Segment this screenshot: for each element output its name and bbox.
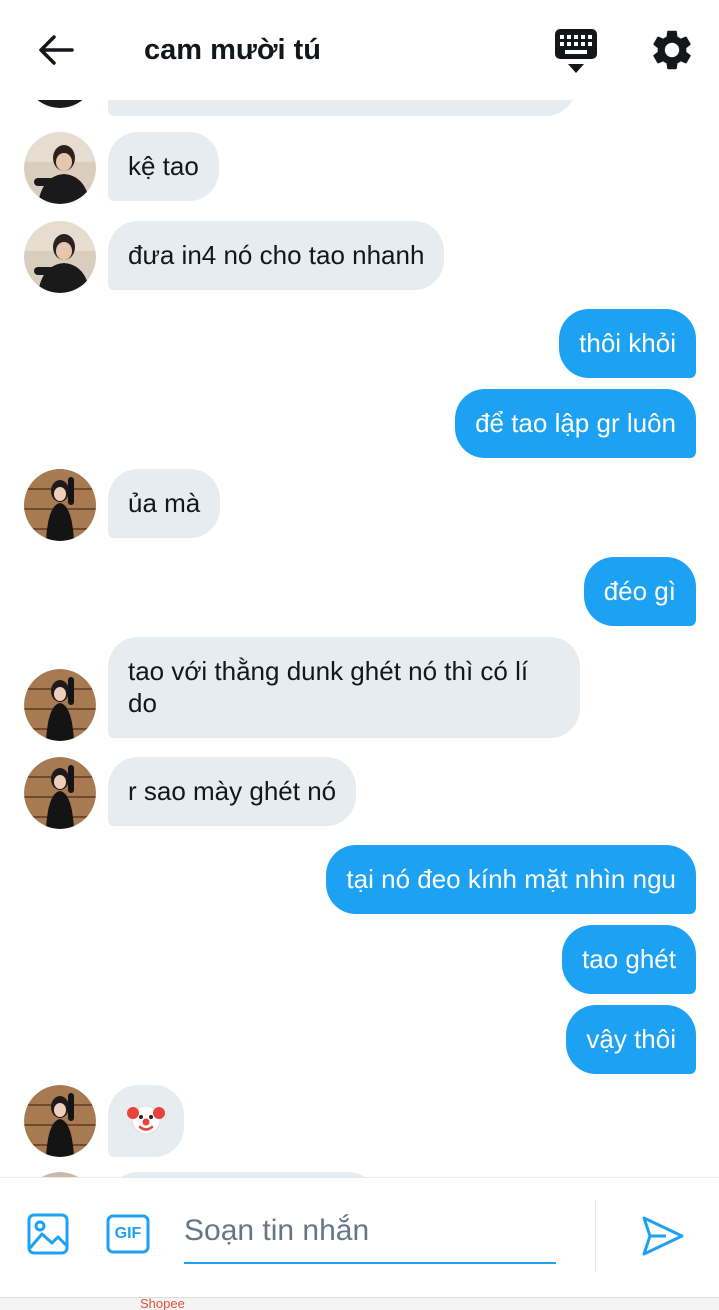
arrow-left-icon [39,35,74,65]
message-text: đéo gì [603,576,676,606]
conversation-title: cam mười tú [144,34,321,66]
message-composer: GIF [0,1177,719,1298]
gear-icon [653,30,691,70]
message-bubble-outgoing[interactable]: tại nó đeo kính mặt nhìn ngu [326,845,696,914]
avatar[interactable] [24,757,96,829]
message-text: thôi khỏi [579,328,676,358]
message-text: r sao mày ghét nó [128,776,337,806]
avatar[interactable] [24,669,96,741]
message-bubble-outgoing[interactable]: tao ghét [562,925,696,994]
add-image-button[interactable] [26,1212,70,1256]
keyboard-toggle-button[interactable] [552,26,600,76]
message-list[interactable]: kệ tao đưa in4 nó cho tao nhanh thôi khỏ… [0,90,719,1177]
avatar[interactable] [24,132,96,204]
message-text: kệ tao [128,151,199,181]
message-text: để tao lập gr luôn [475,408,676,438]
message-bubble-incoming[interactable]: r sao mày ghét nó [108,757,357,826]
conversation-header: cam mười tú [0,0,719,100]
send-icon [642,1216,684,1256]
composer-divider [595,1200,596,1272]
add-gif-button[interactable]: GIF [106,1214,150,1254]
message-bubble-incoming[interactable]: kệ tao [108,132,219,201]
gif-label: GIF [114,1225,142,1242]
avatar[interactable] [24,469,96,541]
avatar[interactable] [24,1085,96,1157]
message-bubble-outgoing[interactable]: đéo gì [583,557,696,626]
message-text: tao ghét [582,944,676,974]
message-text: vậy thôi [586,1024,676,1054]
message-text: đưa in4 nó cho tao nhanh [128,240,425,270]
send-button[interactable] [640,1214,686,1258]
avatar[interactable] [24,221,96,293]
message-text: ủa mà [128,488,201,518]
message-bubble-outgoing[interactable]: thôi khỏi [559,309,696,378]
message-bubble-incoming[interactable]: tao với thằng dunk ghét nó thì có lí do [108,637,580,738]
back-button[interactable] [30,28,82,72]
ad-text: Shopee [140,1297,185,1310]
keyboard-icon [555,29,597,73]
message-bubble-outgoing[interactable]: để tao lập gr luôn [455,389,696,458]
message-text: tại nó đeo kính mặt nhìn ngu [346,864,676,894]
bottom-ad-strip: Shopee [0,1297,719,1310]
message-bubble-incoming[interactable]: ủa mà [108,469,221,538]
message-bubble-incoming[interactable] [108,1085,184,1157]
message-input[interactable] [184,1200,556,1264]
message-text: tao với thằng dunk ghét nó thì có lí do [128,656,529,718]
message-bubble-outgoing[interactable]: vậy thôi [566,1005,696,1074]
clown-face-icon [127,1105,165,1135]
message-bubble-incoming[interactable]: đưa in4 nó cho tao nhanh [108,221,445,290]
settings-button[interactable] [648,26,696,74]
image-icon [27,1213,69,1255]
